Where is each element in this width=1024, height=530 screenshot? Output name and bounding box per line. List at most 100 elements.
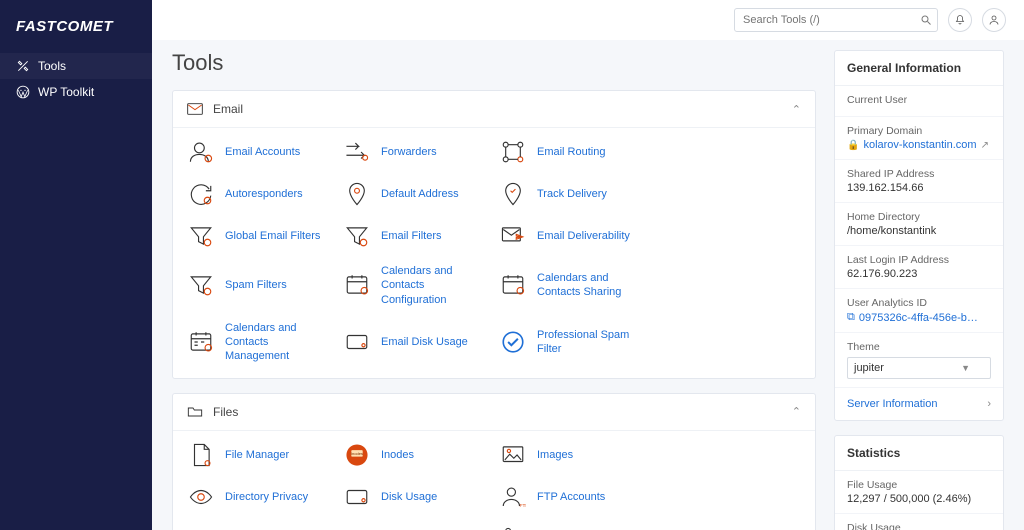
calendar-manage-icon: [187, 328, 215, 356]
chevron-right-icon: ›: [987, 398, 991, 410]
panel-header-files[interactable]: Files ⌃: [173, 394, 815, 431]
link-text: Server Information: [847, 398, 937, 410]
sidebar-item-wp-toolkit[interactable]: WP Toolkit: [0, 79, 152, 105]
info-label: Shared IP Address: [847, 168, 991, 180]
tool-email-deliverability[interactable]: Email Deliverability: [499, 222, 645, 250]
chevron-up-icon: ⌃: [792, 405, 801, 418]
backup-icon: [187, 525, 215, 530]
info-label: Last Login IP Address: [847, 254, 991, 266]
calendar-share-icon: [499, 271, 527, 299]
user-gear-icon: [187, 138, 215, 166]
sidebar-item-label: WP Toolkit: [38, 85, 94, 99]
panel-header-email[interactable]: Email ⌃: [173, 91, 815, 128]
stat-row-disk-usage: Disk Usage 137.55 MB / 40 GB (0.34%): [835, 514, 1003, 530]
tool-label: File Manager: [225, 448, 289, 462]
info-row-analytics-id: User Analytics ID ⧉ 0975326c-4ffa-456e-b…: [835, 289, 1003, 333]
user-icon: [988, 14, 1000, 26]
wordpress-icon: [16, 85, 30, 99]
search-input[interactable]: [734, 8, 938, 32]
analytics-id-value[interactable]: ⧉ 0975326c-4ffa-456e-b46c-be1: [847, 311, 991, 324]
copy-icon: ⧉: [847, 311, 855, 324]
primary-domain-link[interactable]: 🔒 kolarov-konstantin.com ↗: [847, 139, 991, 151]
tool-email-accounts[interactable]: Email Accounts: [187, 138, 333, 166]
tool-email-filters[interactable]: Email Filters: [343, 222, 489, 250]
backup-wizard-icon: [343, 525, 371, 530]
tool-label: Images: [537, 448, 573, 462]
funnel-icon: [187, 271, 215, 299]
tool-label: Disk Usage: [381, 490, 437, 504]
forward-icon: [343, 138, 371, 166]
info-row-theme: Theme jupiter ▼: [835, 333, 1003, 388]
tools-icon: [16, 59, 30, 73]
info-label: Theme: [847, 341, 991, 353]
panel-title: Email: [213, 102, 782, 116]
funnel-icon: [187, 222, 215, 250]
caret-down-icon: ▼: [961, 363, 970, 373]
tool-autoresponders[interactable]: Autoresponders: [187, 180, 333, 208]
tool-default-address[interactable]: Default Address: [343, 180, 489, 208]
funnel-icon: [343, 222, 371, 250]
sidebar: FASTCOMET Tools WP Toolkit: [0, 0, 152, 530]
tool-directory-privacy[interactable]: Directory Privacy: [187, 483, 333, 511]
tool-backup[interactable]: Backup: [187, 525, 333, 530]
tool-label: FTP Accounts: [537, 490, 605, 504]
info-value: 139.162.154.66: [847, 182, 991, 194]
folder-section-icon: [187, 404, 203, 420]
eye-icon: [187, 483, 215, 511]
info-row-current-user: Current User: [835, 86, 1003, 117]
stat-value: 12,297 / 500,000 (2.46%): [847, 493, 991, 505]
tool-inodes[interactable]: InodesInodes: [343, 441, 489, 469]
tool-label: Autoresponders: [225, 187, 303, 201]
tool-global-email-filters[interactable]: Global Email Filters: [187, 222, 333, 250]
tool-email-routing[interactable]: Email Routing: [499, 138, 645, 166]
disk-icon: [343, 328, 371, 356]
tool-forwarders[interactable]: Forwarders: [343, 138, 489, 166]
mail-plane-icon: [499, 222, 527, 250]
lock-icon: 🔒: [847, 140, 859, 151]
info-label: Home Directory: [847, 211, 991, 223]
tool-file-manager[interactable]: File Manager: [187, 441, 333, 469]
tool-cal-sharing[interactable]: Calendars and Contacts Sharing: [499, 264, 645, 307]
tool-pro-spam[interactable]: Professional Spam Filter: [499, 321, 645, 364]
svg-text:FTP: FTP: [520, 503, 527, 509]
tool-label: Email Accounts: [225, 145, 300, 159]
tool-git[interactable]: Git™ Version Control: [499, 525, 645, 530]
info-value-text: kolarov-konstantin.com: [863, 139, 976, 151]
tool-images[interactable]: Images: [499, 441, 645, 469]
external-link-icon: ↗: [981, 140, 989, 151]
panel-body-files: File Manager InodesInodes Images Directo…: [173, 431, 815, 530]
check-circle-icon: [499, 328, 527, 356]
tool-cal-mgmt[interactable]: Calendars and Contacts Management: [187, 321, 333, 364]
tool-label: Global Email Filters: [225, 229, 320, 243]
tool-label: Calendars and Contacts Management: [225, 321, 333, 364]
image-icon: [499, 441, 527, 469]
tool-ftp-accounts[interactable]: FTP FTP Accounts: [499, 483, 645, 511]
theme-select[interactable]: jupiter ▼: [847, 357, 991, 379]
sidebar-item-tools[interactable]: Tools: [0, 53, 152, 79]
tool-track-delivery[interactable]: Track Delivery: [499, 180, 645, 208]
disk-icon: [343, 483, 371, 511]
tool-disk-usage[interactable]: Disk Usage: [343, 483, 489, 511]
stat-label: Disk Usage: [847, 522, 991, 530]
info-label: User Analytics ID: [847, 297, 991, 309]
refresh-icon: [187, 180, 215, 208]
pin-icon: [343, 180, 371, 208]
ftp-user-icon: FTP: [499, 483, 527, 511]
tool-email-disk[interactable]: Email Disk Usage: [343, 321, 489, 364]
panel-heading: General Information: [835, 51, 1003, 86]
user-menu-button[interactable]: [982, 8, 1006, 32]
tool-label: Directory Privacy: [225, 490, 308, 504]
tool-spam-filters[interactable]: Spam Filters: [187, 264, 333, 307]
panel-statistics: Statistics File Usage 12,297 / 500,000 (…: [834, 435, 1004, 530]
tool-backup-wizard[interactable]: Backup Wizard: [343, 525, 489, 530]
server-information-link[interactable]: Server Information ›: [835, 388, 1003, 420]
stat-row-file-usage: File Usage 12,297 / 500,000 (2.46%): [835, 471, 1003, 514]
git-icon: [499, 525, 527, 530]
notifications-button[interactable]: [948, 8, 972, 32]
info-value: 62.176.90.223: [847, 268, 991, 280]
chevron-up-icon: ⌃: [792, 103, 801, 116]
tool-label: Track Delivery: [537, 187, 607, 201]
panel-email: Email ⌃ Email Accounts Forwarders Email …: [172, 90, 816, 379]
info-row-home-dir: Home Directory /home/konstantink: [835, 203, 1003, 246]
tool-cal-config[interactable]: Calendars and Contacts Configuration: [343, 264, 489, 307]
